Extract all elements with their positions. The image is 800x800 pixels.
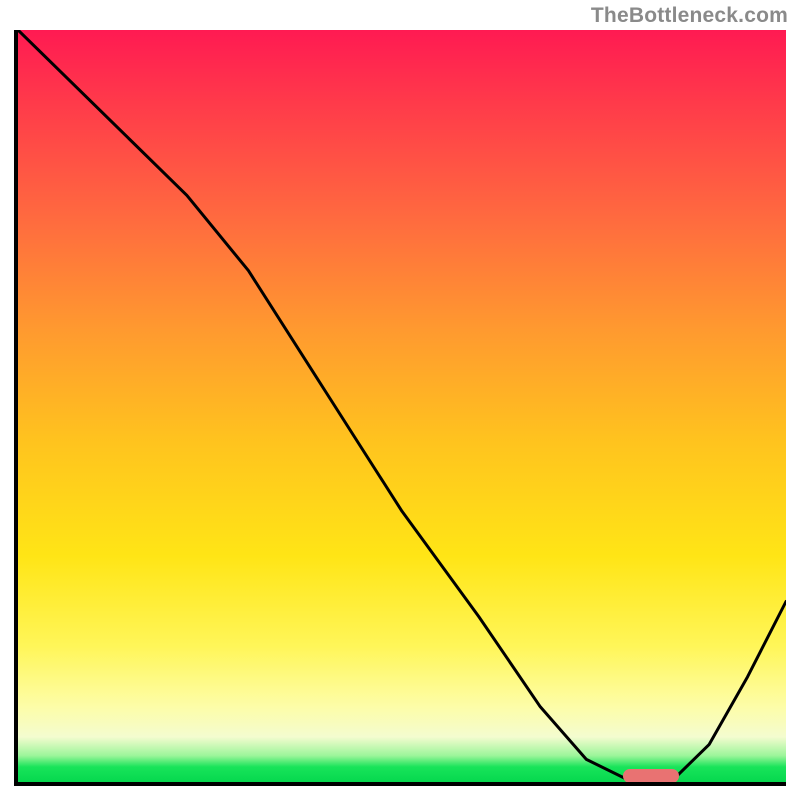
bottleneck-curve	[18, 30, 786, 782]
plot-area	[14, 30, 786, 786]
optimal-marker	[623, 769, 679, 783]
watermark-text: TheBottleneck.com	[591, 4, 788, 28]
chart-stage: TheBottleneck.com	[0, 0, 800, 800]
